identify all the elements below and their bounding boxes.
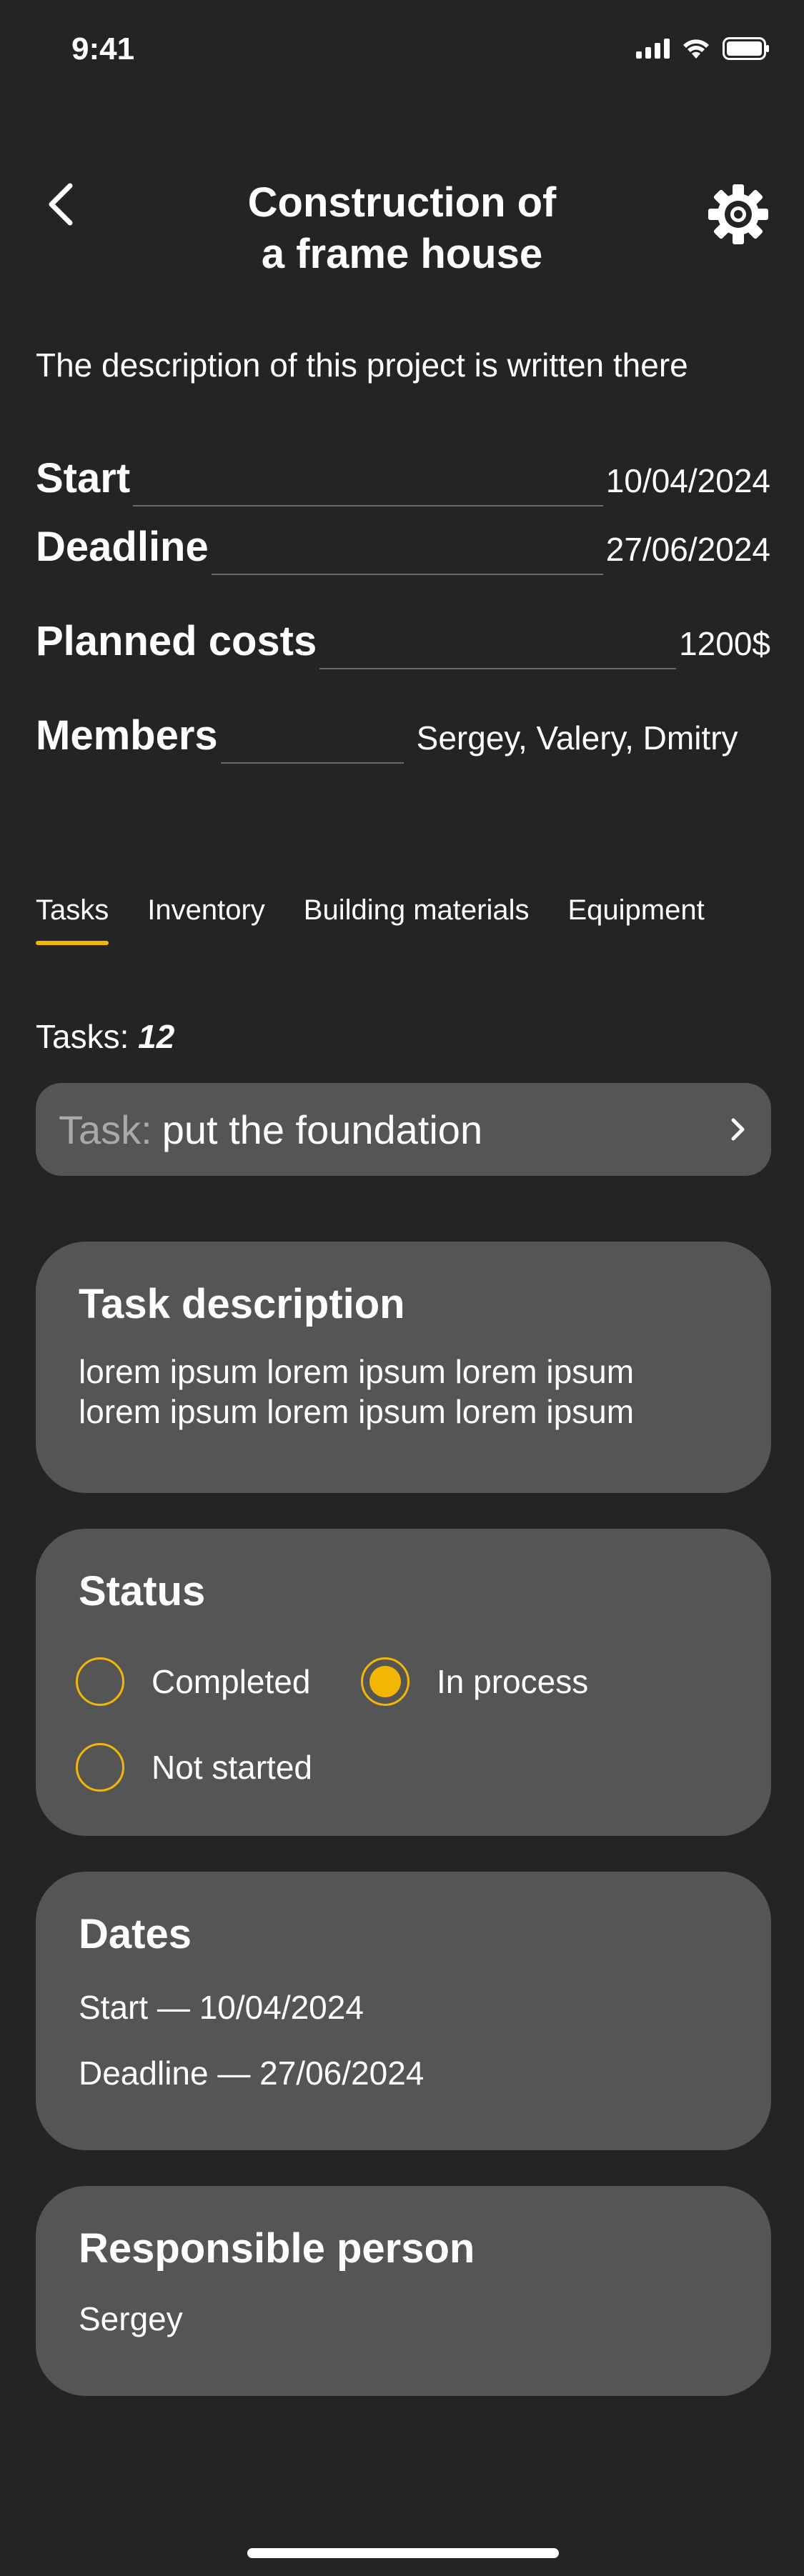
radio-unselected-icon [76, 1743, 124, 1792]
members-label: Members [36, 712, 218, 759]
task-description-card: Task description lorem ipsum lorem ipsum… [36, 1242, 771, 1493]
responsible-person-card: Responsible person Sergey [36, 2186, 771, 2396]
tab-bar: Tasks Inventory Building materials Equip… [36, 894, 705, 945]
responsible-person-heading: Responsible person [79, 2225, 475, 2272]
tasks-count-value: 12 [138, 1018, 175, 1055]
members-value: Sergey, Valery, Dmitry [416, 719, 738, 757]
project-description: The description of this project is writt… [36, 346, 688, 384]
gear-icon[interactable] [705, 181, 771, 247]
members-row: Members Sergey, Valery, Dmitry [36, 712, 770, 764]
wifi-icon [683, 39, 709, 59]
deadline-label: Deadline [36, 524, 209, 570]
page-title: Construction of a frame house [186, 177, 618, 280]
battery-icon [723, 37, 769, 60]
page-title-line1: Construction of [247, 179, 557, 226]
responsible-person-name: Sergey [79, 2300, 183, 2337]
tab-building-materials[interactable]: Building materials [304, 894, 530, 945]
leader-line [220, 762, 404, 764]
tab-tasks[interactable]: Tasks [36, 894, 109, 945]
status-option-label: Completed [152, 1663, 311, 1700]
leader-line [319, 667, 677, 669]
dates-deadline: Deadline — 27/06/2024 [79, 2055, 425, 2092]
task-description-line: lorem ipsum lorem ipsum lorem ipsum [79, 1393, 635, 1430]
status-bar-icons [636, 37, 770, 60]
start-row: Start 10/04/2024 [36, 454, 770, 506]
tab-inventory[interactable]: Inventory [147, 894, 265, 945]
leader-line [133, 504, 603, 506]
page-title-line2: a frame house [261, 231, 543, 277]
chevron-right-icon [731, 1118, 745, 1141]
radio-selected-icon [361, 1657, 410, 1706]
planned-costs-row: Planned costs 1200$ [36, 617, 770, 669]
deadline-value: 27/06/2024 [605, 531, 770, 568]
status-option-label: Not started [152, 1749, 312, 1786]
dates-card: Dates Start — 10/04/2024 Deadline — 27/0… [36, 1872, 771, 2150]
tasks-count: Tasks: 12 [36, 1017, 174, 1056]
status-card: Status Completed In process Not started [36, 1529, 771, 1836]
planned-costs-label: Planned costs [36, 618, 317, 664]
dates-start: Start — 10/04/2024 [79, 1989, 364, 2026]
status-heading: Status [79, 1568, 206, 1614]
status-option-label: In process [437, 1663, 589, 1700]
back-chevron-icon[interactable] [41, 177, 81, 234]
tasks-count-label: Tasks: [36, 1018, 129, 1055]
status-option-not-started[interactable]: Not started [76, 1743, 312, 1792]
radio-unselected-icon [76, 1657, 124, 1706]
task-prefix: Task: [59, 1107, 152, 1152]
task-selector[interactable]: Task: put the foundation [36, 1083, 771, 1176]
tab-equipment[interactable]: Equipment [567, 894, 704, 945]
status-option-completed[interactable]: Completed [76, 1657, 310, 1706]
dates-heading: Dates [79, 1911, 192, 1957]
deadline-row: Deadline 27/06/2024 [36, 523, 770, 575]
leader-line [211, 573, 603, 575]
start-value: 10/04/2024 [605, 462, 770, 499]
start-label: Start [36, 455, 131, 501]
status-bar-time: 9:41 [71, 31, 135, 66]
status-option-in-process[interactable]: In process [361, 1657, 588, 1706]
task-name: put the foundation [162, 1107, 483, 1152]
planned-costs-value: 1200$ [679, 625, 770, 662]
task-description-heading: Task description [79, 1281, 405, 1327]
home-indicator [247, 2548, 559, 2558]
signal-icon [636, 39, 670, 59]
task-description-line: lorem ipsum lorem ipsum lorem ipsum [79, 1353, 635, 1390]
